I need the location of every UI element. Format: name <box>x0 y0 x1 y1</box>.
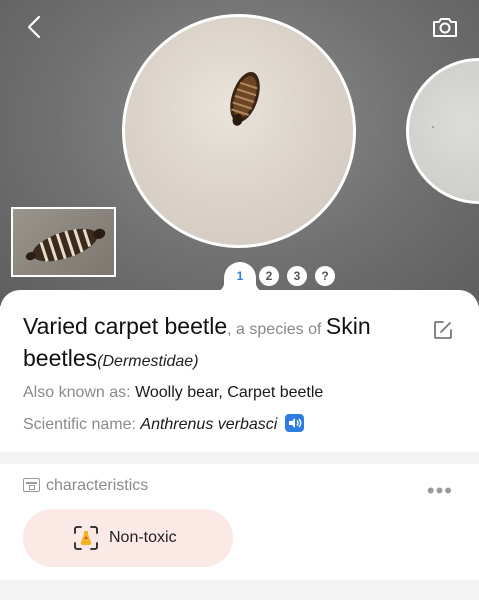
non-toxic-chip[interactable]: Non-toxic <box>23 509 233 567</box>
scientific-name-row: Scientific name: Anthrenus verbasci <box>23 414 305 434</box>
page-2-button[interactable]: 2 <box>259 266 279 286</box>
main-specimen-photo[interactable] <box>122 14 356 248</box>
scientific-name-label: Scientific name: <box>23 416 141 433</box>
secondary-specimen-photo[interactable] <box>406 58 479 204</box>
photo-pager: 1 2 3 ? <box>0 262 479 292</box>
page-3-button[interactable]: 3 <box>287 266 307 286</box>
also-known-label: Also known as: <box>23 384 136 401</box>
camera-icon[interactable] <box>431 13 459 41</box>
page-1-button[interactable]: 1 <box>230 266 250 286</box>
species-info-card: Varied carpet beetle, a species of Skin … <box>0 290 479 452</box>
edit-icon[interactable] <box>433 320 453 340</box>
characteristics-section: characteristics ••• Non-toxic <box>0 464 479 580</box>
back-icon[interactable] <box>22 14 48 40</box>
also-known-value: Woolly bear, Carpet beetle <box>135 384 324 401</box>
characteristics-heading: characteristics <box>23 477 148 495</box>
more-options-icon[interactable]: ••• <box>427 480 453 502</box>
species-connector: , a species of <box>227 321 326 338</box>
common-name: Varied carpet beetle <box>23 313 228 339</box>
also-known-row: Also known as: Woolly bear, Carpet beetl… <box>23 384 323 402</box>
characteristics-icon <box>23 478 40 492</box>
speaker-icon[interactable] <box>285 414 305 432</box>
toxicity-scan-icon <box>74 526 98 550</box>
scientific-name-value: Anthrenus verbasci <box>140 416 278 433</box>
family-name: (Dermestidae) <box>97 353 199 370</box>
species-title: Varied carpet beetle, a species of Skin … <box>23 312 418 376</box>
chip-label: Non-toxic <box>109 529 177 546</box>
page-unknown-button[interactable]: ? <box>315 266 335 286</box>
photo-gallery <box>0 0 479 306</box>
